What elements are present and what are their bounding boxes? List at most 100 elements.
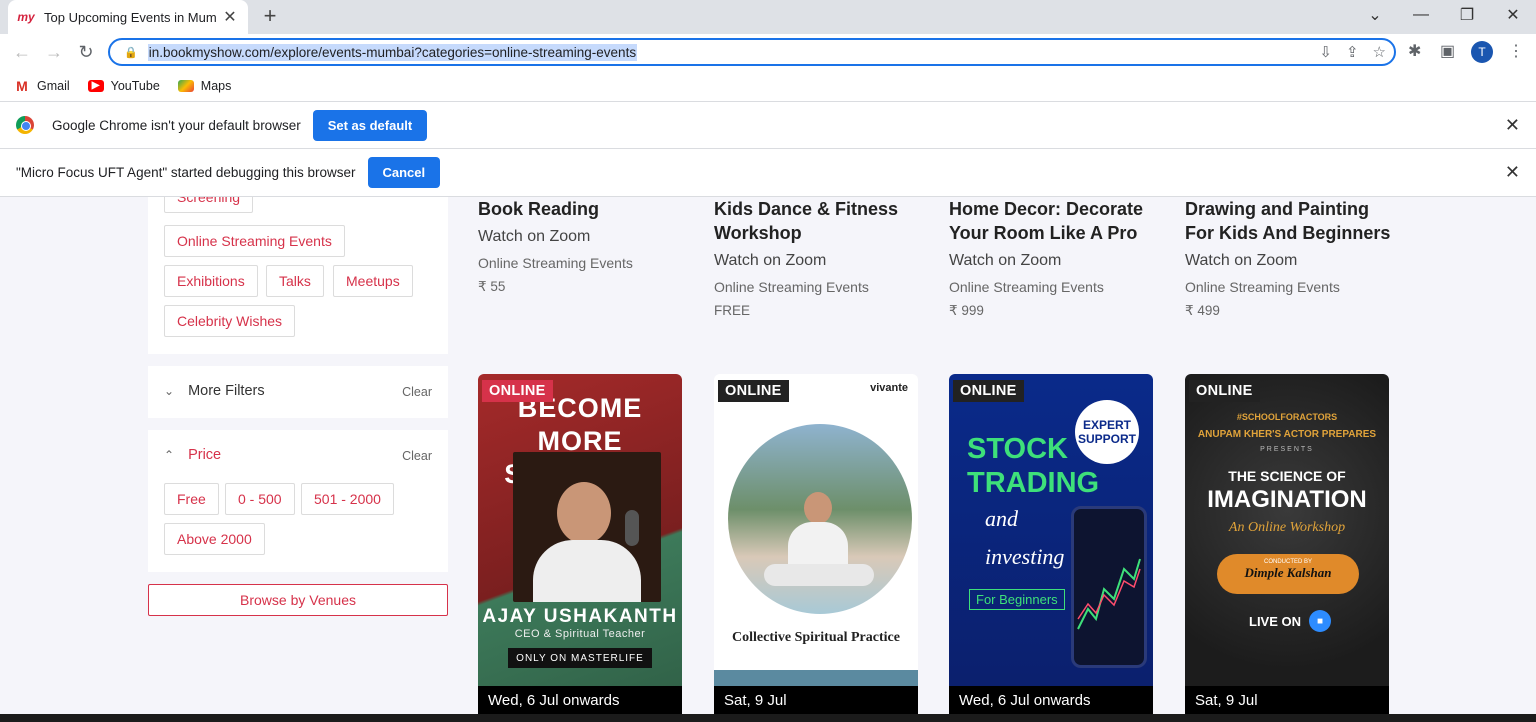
chip-screening[interactable]: Screening: [164, 197, 254, 213]
speaker-photo: [513, 452, 661, 602]
bookmark-gmail[interactable]: M Gmail: [14, 78, 70, 94]
cancel-debug-button[interactable]: Cancel: [367, 157, 441, 188]
forward-arrow-icon[interactable]: →: [42, 40, 66, 64]
restore-icon[interactable]: ❐: [1444, 0, 1490, 30]
event-date: Sat, 9 Jul: [1185, 686, 1389, 714]
chip-price-501-2000[interactable]: 501 - 2000: [301, 483, 394, 515]
bookmark-maps[interactable]: Maps: [177, 78, 232, 93]
close-infobar-icon[interactable]: ✕: [1505, 115, 1520, 136]
event-poster-spiritual[interactable]: BECOME MORE SPIRITUAL AJAY USHAKANTH CEO…: [478, 374, 682, 714]
event-poster-collective-practice[interactable]: vivante Collective Spiritual Practice ON…: [714, 374, 918, 714]
tab-title: Top Upcoming Events in Mumbai: [44, 9, 216, 25]
default-browser-infobar: Google Chrome isn't your default browser…: [0, 102, 1536, 149]
poster-and: and: [985, 506, 1018, 531]
poster-host-pill: CONDUCTED BY Dimple Kalshan: [1217, 554, 1359, 594]
online-tag: ONLINE: [953, 380, 1024, 402]
gmail-icon: M: [14, 78, 30, 94]
event-date: Wed, 6 Jul onwards: [478, 686, 682, 714]
chip-celebrity-wishes[interactable]: Celebrity Wishes: [164, 305, 296, 337]
chip-price-0-500[interactable]: 0 - 500: [225, 483, 295, 515]
event-poster-stock-trading[interactable]: STOCK TRADING and investing For Beginner…: [949, 374, 1153, 714]
more-filters-clear[interactable]: Clear: [402, 385, 432, 399]
side-panel-icon[interactable]: ▣: [1440, 41, 1455, 61]
install-icon[interactable]: ⇩: [1319, 43, 1332, 61]
category-filter-card: Screening Online Streaming Events Exhibi…: [148, 197, 448, 354]
chip-price-above-2000[interactable]: Above 2000: [164, 523, 265, 555]
poster-presents: PRESENTS: [1260, 446, 1314, 453]
page-content: Screening Online Streaming Events Exhibi…: [0, 197, 1536, 714]
bookmarks-bar: M Gmail ▶ YouTube Maps: [0, 70, 1536, 102]
lock-icon[interactable]: 🔒: [124, 46, 138, 59]
price-header[interactable]: ⌃ Price: [164, 447, 221, 463]
vivante-logo: vivante: [870, 382, 908, 394]
chevron-down-icon: ⌄: [164, 384, 175, 398]
event-title: Home Decor: Decorate Your Room Like A Pr…: [949, 199, 1144, 243]
price-clear[interactable]: Clear: [402, 449, 432, 463]
tab-close-icon[interactable]: ✕: [222, 7, 238, 27]
bookmyshow-favicon-icon: my: [17, 10, 35, 24]
bookmark-youtube[interactable]: ▶ YouTube: [87, 79, 160, 93]
poster-hashtag: #SCHOOLFORACTORS: [1236, 412, 1338, 422]
set-as-default-button[interactable]: Set as default: [312, 109, 428, 141]
event-venue: Watch on Zoom: [714, 252, 827, 269]
event-category: Online Streaming Events: [478, 255, 633, 271]
browser-tab[interactable]: my Top Upcoming Events in Mumbai ✕: [8, 0, 248, 34]
event-category: Online Streaming Events: [1185, 279, 1340, 295]
bookmark-label: Maps: [200, 78, 232, 93]
extensions-puzzle-icon[interactable]: ✱: [1408, 41, 1421, 61]
event-venue: Watch on Zoom: [1185, 252, 1298, 269]
chevron-up-icon: ⌃: [164, 448, 175, 462]
more-filters-label: More Filters: [188, 383, 265, 399]
browser-toolbar: ← → ↻ 🔒 in.bookmyshow.com/explore/events…: [0, 34, 1536, 70]
online-tag: ONLINE: [718, 380, 789, 402]
tab-search-chevron-icon[interactable]: ⌄: [1352, 0, 1398, 30]
poster-speaker-role: CEO & Spiritual Teacher: [514, 628, 646, 640]
close-window-icon[interactable]: ✕: [1490, 0, 1536, 30]
new-tab-plus-icon[interactable]: +: [258, 5, 282, 29]
event-venue: Watch on Zoom: [478, 228, 591, 245]
close-infobar-icon[interactable]: ✕: [1505, 162, 1520, 183]
youtube-icon: ▶: [87, 79, 104, 92]
poster-title1: THE SCIENCE OF: [1228, 468, 1346, 484]
profile-avatar[interactable]: T: [1471, 41, 1493, 63]
chip-price-free[interactable]: Free: [164, 483, 219, 515]
event-title: Kids Dance & Fitness Workshop: [714, 199, 899, 243]
bookmark-star-icon[interactable]: ☆: [1373, 43, 1386, 61]
back-arrow-icon[interactable]: ←: [10, 40, 34, 64]
share-icon[interactable]: ⇪: [1346, 43, 1359, 61]
reload-icon[interactable]: ↻: [74, 40, 98, 64]
event-category: Online Streaming Events: [714, 279, 869, 295]
online-tag: ONLINE: [482, 380, 553, 402]
tab-strip: my Top Upcoming Events in Mumbai ✕ + ⌄ —…: [0, 0, 1536, 34]
chrome-logo-icon: [16, 116, 34, 134]
event-price: FREE: [714, 303, 751, 318]
chip-talks[interactable]: Talks: [266, 265, 324, 297]
poster-live-on: LIVE ON ■: [1249, 610, 1332, 632]
event-category: Online Streaming Events: [949, 279, 1104, 295]
address-bar[interactable]: 🔒 in.bookmyshow.com/explore/events-mumba…: [108, 38, 1396, 66]
poster-badge: ONLY ON MASTERLIFE: [508, 648, 652, 668]
infobar-message: "Micro Focus UFT Agent" started debuggin…: [16, 165, 356, 180]
url-text[interactable]: in.bookmyshow.com/explore/events-mumbai?…: [147, 43, 638, 61]
online-tag: ONLINE: [1189, 380, 1260, 402]
chip-online-streaming[interactable]: Online Streaming Events: [164, 225, 345, 257]
browse-by-venues-button[interactable]: Browse by Venues: [148, 584, 448, 616]
minimize-icon[interactable]: —: [1398, 0, 1444, 30]
poster-title2: IMAGINATION: [1207, 486, 1367, 513]
chip-exhibitions[interactable]: Exhibitions: [164, 265, 258, 297]
poster-host: Dimple Kalshan: [1244, 565, 1332, 580]
price-filter-card: ⌃ Price Clear Free 0 - 500 501 - 2000 Ab…: [148, 430, 448, 572]
event-date: Sat, 9 Jul: [714, 686, 918, 714]
event-poster-science-of-imagination[interactable]: #SCHOOLFORACTORS ANUPAM KHER'S ACTOR PRE…: [1185, 374, 1389, 714]
poster-speaker-name: AJAY USHAKANTH: [482, 606, 678, 627]
event-title: Book Reading: [478, 199, 600, 219]
event-date: Wed, 6 Jul onwards: [949, 686, 1153, 714]
event-price: ₹ 55: [478, 279, 506, 294]
event-title: Drawing and Painting For Kids And Beginn…: [1185, 199, 1391, 243]
menu-kebab-icon[interactable]: ⋮: [1508, 41, 1524, 61]
chip-meetups[interactable]: Meetups: [333, 265, 413, 297]
candlestick-chart-icon: [1077, 558, 1141, 630]
zoom-icon: ■: [1309, 610, 1332, 632]
more-filters-card[interactable]: ⌄ More Filters Clear: [148, 366, 448, 418]
poster-support-badge: EXPERT SUPPORT: [1075, 400, 1139, 464]
